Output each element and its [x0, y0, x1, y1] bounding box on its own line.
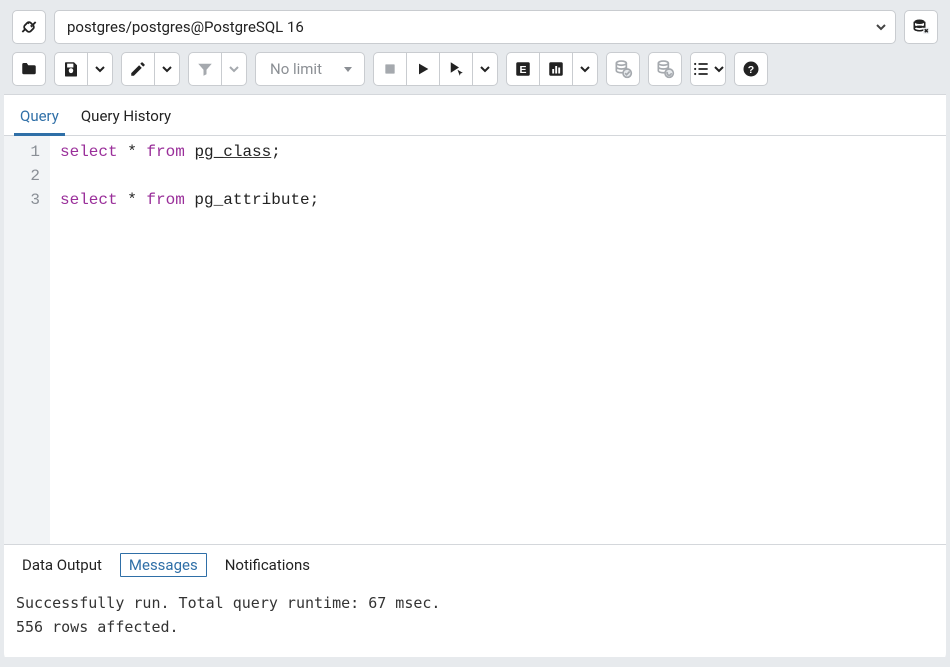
connection-label: postgres/postgres@PostgreSQL 16 [67, 18, 304, 36]
chevron-down-icon [161, 63, 173, 75]
db-gear-icon [655, 59, 675, 79]
plug-icon [19, 17, 39, 37]
list-toggle-icon [691, 59, 711, 79]
save-icon [62, 60, 80, 78]
svg-text:?: ? [748, 64, 754, 76]
row-limit-select[interactable]: No limit [255, 52, 365, 86]
line-number-gutter: 123 [4, 136, 50, 544]
tab-query[interactable]: Query [14, 103, 65, 136]
svg-text:E: E [519, 64, 526, 76]
chevron-down-icon [875, 21, 887, 33]
messages-panel: Successfully run. Total query runtime: 6… [4, 585, 946, 657]
chevron-down-icon [479, 63, 491, 75]
editor-tabs: Query Query History [4, 95, 946, 136]
message-line: Successfully run. Total query runtime: 6… [16, 591, 934, 615]
db-check-icon [613, 59, 633, 79]
caret-down-icon [342, 63, 354, 75]
commit-button[interactable] [606, 52, 640, 86]
execute-dropdown-button[interactable] [472, 52, 498, 86]
execute-script-button[interactable] [439, 52, 473, 86]
filter-button[interactable] [188, 52, 222, 86]
save-dropdown-button[interactable] [87, 52, 113, 86]
chevron-down-icon [579, 63, 591, 75]
tab-notifications[interactable]: Notifications [217, 554, 318, 576]
save-button[interactable] [54, 52, 88, 86]
edit-button[interactable] [121, 52, 155, 86]
chevron-down-icon [228, 63, 240, 75]
pencil-icon [129, 60, 147, 78]
tab-data-output[interactable]: Data Output [14, 554, 110, 576]
filter-icon [196, 60, 214, 78]
connection-status-button[interactable] [12, 10, 46, 44]
connection-select[interactable]: postgres/postgres@PostgreSQL 16 [54, 10, 896, 44]
filter-dropdown-button[interactable] [221, 52, 247, 86]
edit-dropdown-button[interactable] [154, 52, 180, 86]
execute-button[interactable] [406, 52, 440, 86]
result-tabs: Data Output Messages Notifications [4, 545, 946, 585]
new-connection-button[interactable] [904, 10, 938, 44]
tab-messages[interactable]: Messages [120, 553, 207, 577]
help-button[interactable]: ? [734, 52, 768, 86]
sql-code-area[interactable]: select * from pg_class; select * from pg… [50, 136, 329, 544]
play-cursor-icon [447, 60, 465, 78]
macros-button[interactable] [690, 52, 726, 86]
bar-chart-icon [547, 60, 565, 78]
explain-analyze-button[interactable] [539, 52, 573, 86]
explain-button[interactable]: E [506, 52, 540, 86]
explain-dropdown-button[interactable] [572, 52, 598, 86]
explain-e-icon: E [514, 60, 532, 78]
play-icon [415, 61, 431, 77]
stop-icon [382, 61, 398, 77]
chevron-down-icon [713, 63, 725, 75]
help-icon: ? [742, 60, 760, 78]
tab-query-history[interactable]: Query History [75, 103, 177, 135]
database-icon [912, 18, 930, 36]
chevron-down-icon [94, 63, 106, 75]
row-limit-label: No limit [270, 60, 322, 78]
folder-icon [20, 60, 38, 78]
stop-button[interactable] [373, 52, 407, 86]
message-line: 556 rows affected. [16, 615, 934, 639]
open-file-button[interactable] [12, 52, 46, 86]
rollback-button[interactable] [648, 52, 682, 86]
sql-editor[interactable]: 123 select * from pg_class; select * fro… [4, 136, 946, 544]
